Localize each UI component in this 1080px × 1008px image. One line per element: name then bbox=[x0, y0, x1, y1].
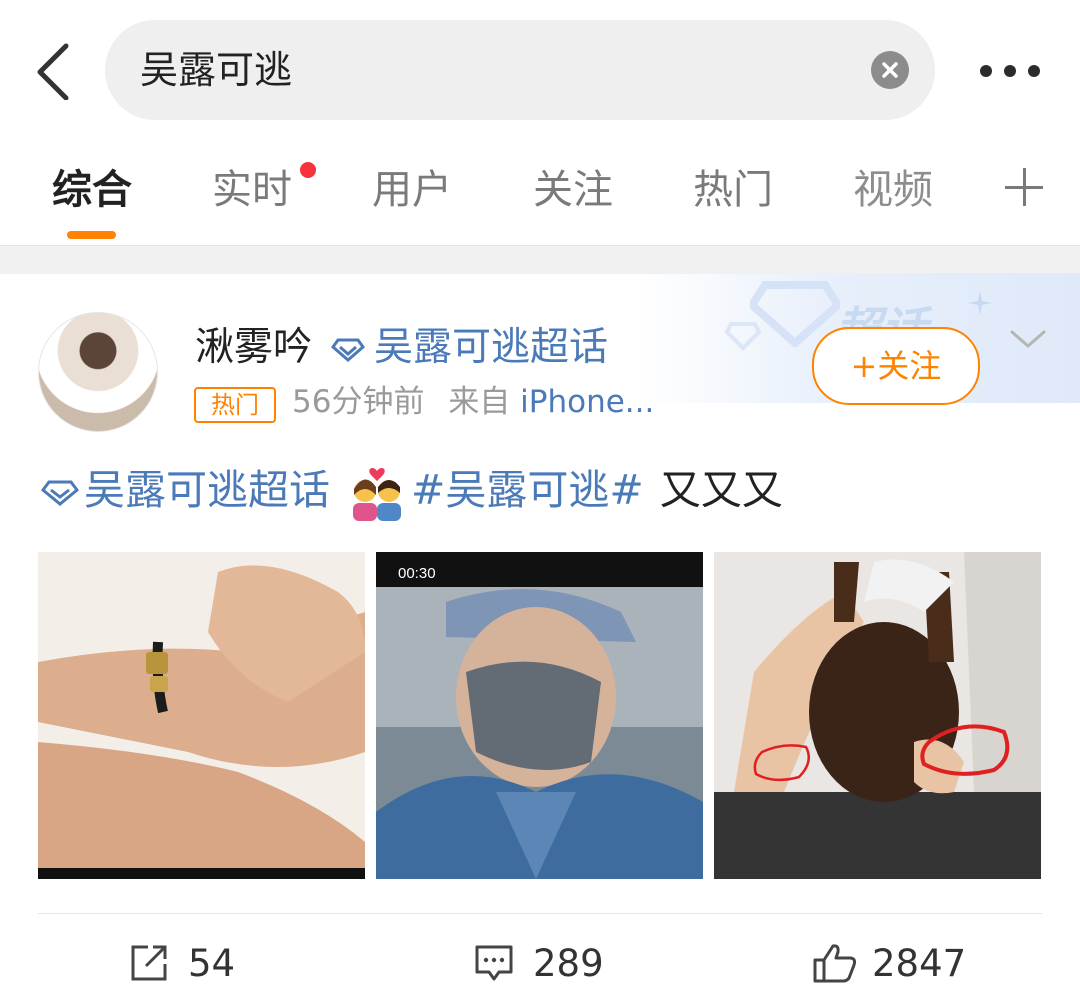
diamond-icon bbox=[40, 480, 80, 506]
post-source[interactable]: iPhone... bbox=[520, 384, 654, 420]
tab-realtime[interactable]: 实时 bbox=[212, 162, 292, 218]
status-time: 00:30 bbox=[398, 565, 436, 582]
tab-users[interactable]: 用户 bbox=[372, 162, 452, 218]
tab-hot[interactable]: 热门 bbox=[693, 162, 773, 218]
add-tab-icon[interactable] bbox=[1005, 168, 1043, 206]
supertopic-label: 吴露可逃超话 bbox=[374, 325, 609, 370]
post-time: 56分钟前 bbox=[292, 384, 425, 420]
post-image-dog[interactable] bbox=[714, 552, 1041, 879]
active-tab-indicator bbox=[67, 231, 116, 239]
top-bar: 吴露可逃 bbox=[0, 0, 1080, 140]
post-meta: 56分钟前 来自 iPhone... bbox=[292, 379, 654, 425]
post-text: 又又又 bbox=[659, 466, 783, 514]
diamond-icon bbox=[330, 338, 366, 362]
repost-count: 54 bbox=[188, 942, 236, 985]
like-count: 2847 bbox=[872, 942, 967, 985]
sparkle-icon bbox=[968, 291, 992, 315]
post-image-masked-man[interactable]: 00:30 bbox=[376, 552, 703, 879]
follow-button[interactable]: +关注 bbox=[812, 327, 980, 405]
more-icon[interactable] bbox=[975, 52, 1045, 92]
search-query[interactable]: 吴露可逃 bbox=[140, 46, 292, 94]
post-image-bracelet[interactable] bbox=[38, 552, 365, 879]
diamond-icon bbox=[725, 322, 761, 351]
section-divider bbox=[0, 245, 1080, 274]
thumbs-up-icon bbox=[813, 944, 857, 983]
source-prefix: 来自 bbox=[448, 384, 511, 420]
content-supertopic-link[interactable]: 吴露可逃超话 bbox=[40, 466, 343, 514]
avatar[interactable] bbox=[38, 312, 158, 432]
username[interactable]: 湫雾吟 bbox=[195, 322, 312, 374]
tab-comprehensive[interactable]: 综合 bbox=[52, 162, 132, 218]
content-supertopic-label: 吴露可逃超话 bbox=[84, 466, 330, 514]
action-divider bbox=[38, 913, 1042, 914]
post-content: 吴露可逃超话 #吴露可逃# 又又又 bbox=[40, 460, 783, 521]
tab-video[interactable]: 视频 bbox=[853, 162, 933, 218]
search-input[interactable]: 吴露可逃 bbox=[105, 20, 935, 120]
clear-icon[interactable] bbox=[871, 51, 909, 89]
hot-badge: 热门 bbox=[194, 387, 276, 423]
supertopic-link[interactable]: 吴露可逃超话 bbox=[330, 322, 608, 374]
tab-bar: 综合 实时 用户 关注 热门 视频 bbox=[0, 140, 1080, 245]
hashtag-link[interactable]: #吴露可逃# bbox=[411, 466, 644, 514]
back-icon[interactable] bbox=[30, 40, 80, 101]
comment-count: 289 bbox=[533, 942, 604, 985]
share-icon bbox=[131, 945, 167, 981]
tab-following[interactable]: 关注 bbox=[533, 162, 613, 218]
new-indicator-dot bbox=[300, 162, 316, 178]
couple-with-heart-emoji bbox=[353, 468, 402, 521]
comment-icon bbox=[475, 945, 513, 981]
chevron-down-icon[interactable] bbox=[1008, 326, 1048, 354]
